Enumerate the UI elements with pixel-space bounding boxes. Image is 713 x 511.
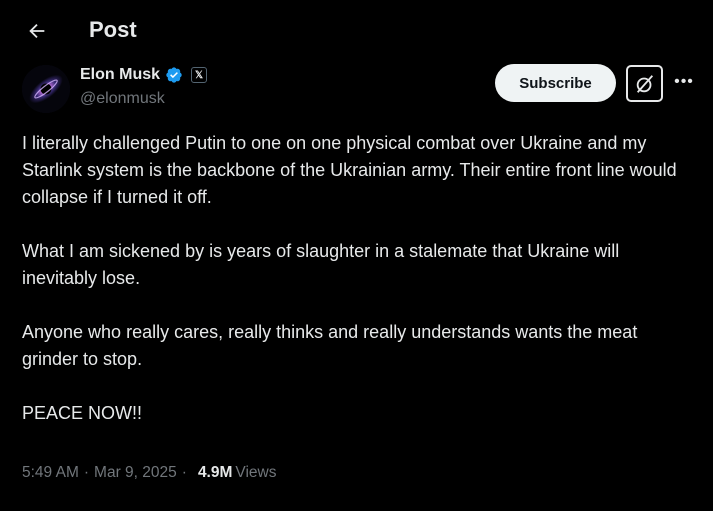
post-time[interactable]: 5:49 AM [22,464,79,482]
post-paragraph: Anyone who really cares, really thinks a… [22,322,638,369]
back-button[interactable] [22,16,52,46]
post-header: Post [0,0,713,62]
meta-separator: · [83,464,90,481]
post-meta: 5:49 AM · Mar 9, 2025 · 4.9M Views [22,464,276,482]
author-name[interactable]: Elon Musk [80,66,160,84]
views-count: 4.9M [197,464,233,481]
post-paragraph: PEACE NOW!! [22,403,143,423]
grok-button[interactable] [626,65,663,102]
avatar-image [22,65,70,113]
subscribe-button[interactable]: Subscribe [495,64,616,102]
author-handle[interactable]: @elonmusk [80,90,165,108]
views-label: Views [235,464,277,481]
verified-badge-icon [165,66,183,84]
arrow-left-icon [29,23,45,39]
x-affiliate-badge: 𝕏 [191,67,208,83]
grok-icon [636,74,653,93]
post-date[interactable]: Mar 9, 2025 [94,464,177,482]
meta-separator: · [181,464,187,481]
avatar[interactable] [22,65,70,113]
page-title: Post [89,17,137,42]
post-text: I literally challenged Putin to one on o… [22,130,697,427]
post-paragraph: I literally challenged Putin to one on o… [22,133,677,207]
post-paragraph: What I am sickened by is years of slaugh… [22,241,620,288]
more-options-icon[interactable]: ••• [672,70,696,94]
author-row: Elon Musk 𝕏 [80,66,208,84]
